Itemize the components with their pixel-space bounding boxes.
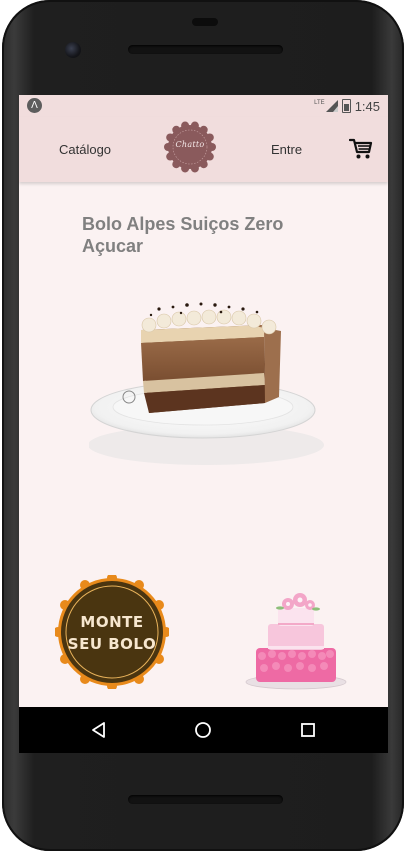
build-cake-label-line2: SEU BOLO <box>67 635 157 653</box>
build-cake-label-line1: MONTE <box>80 613 144 631</box>
product-title: Bolo Alpes Suiços Zero Açucar <box>82 214 284 256</box>
home-icon[interactable] <box>193 720 213 740</box>
logo-text: Chatto <box>175 140 205 149</box>
back-icon[interactable] <box>89 720 109 740</box>
expo-icon: Λ <box>27 98 42 113</box>
build-cake-button[interactable]: MONTE SEU BOLO <box>53 573 171 691</box>
signal-icon <box>325 100 338 112</box>
top-speaker-grille <box>128 45 283 54</box>
earpiece <box>192 18 218 26</box>
network-type: LTE <box>314 99 325 106</box>
cake-slice-image[interactable] <box>89 285 324 465</box>
recents-icon[interactable] <box>298 720 318 740</box>
status-time: 1:45 <box>354 98 380 114</box>
app-header: Catálogo Chatto Entre <box>19 117 388 182</box>
login-link[interactable]: Entre <box>271 142 302 157</box>
battery-icon <box>341 99 351 113</box>
cart-icon[interactable] <box>349 138 373 160</box>
catalog-link[interactable]: Catálogo <box>59 142 111 157</box>
front-camera <box>65 42 81 58</box>
status-bar: Λ LTE 1:45 <box>19 95 388 117</box>
build-cake-badge-icon <box>53 573 171 691</box>
status-indicators: LTE 1:45 <box>314 98 380 114</box>
bottom-speaker-grille <box>128 795 283 804</box>
android-nav-bar <box>19 707 388 753</box>
app-screen: Λ LTE 1:45 Catálogo Chatto Entre Bolo Al… <box>19 95 388 707</box>
tier-cake-image[interactable] <box>244 590 349 692</box>
brand-logo[interactable]: Chatto <box>164 121 216 173</box>
